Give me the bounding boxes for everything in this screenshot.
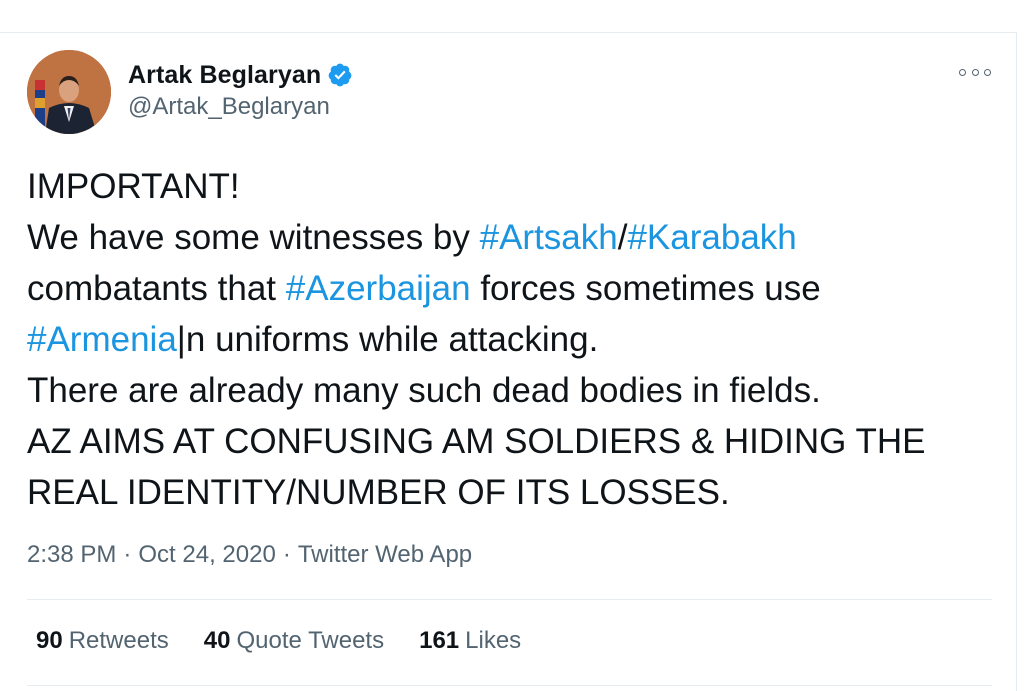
more-dot	[984, 68, 991, 76]
tweet-text-segment: forces sometimes use	[470, 269, 821, 308]
likes-count: 161	[419, 627, 460, 654]
author-display-name[interactable]: Artak Beglaryan	[128, 61, 321, 90]
author-name-row[interactable]: Artak Beglaryan	[128, 59, 353, 91]
tweet-date[interactable]: Oct 24, 2020	[138, 541, 275, 569]
likes-label: Likes	[465, 627, 522, 654]
tweet-line: combatants that #Azerbaijan forces somet…	[27, 263, 1002, 314]
tweet-text-segment: We have some witnesses by	[27, 218, 480, 257]
tweet-meta: 2:38 PM · Oct 24, 2020 · Twitter Web App	[27, 541, 472, 569]
tweet-text-segment: |n uniforms while attacking.	[176, 320, 599, 359]
tweet-card: Artak Beglaryan @Artak_Beglaryan IMPORTA…	[0, 32, 1017, 691]
tweet-body: IMPORTANT! We have some witnesses by #Art…	[27, 161, 1002, 518]
retweets-stat[interactable]: 90 Retweets	[36, 627, 169, 655]
hashtag-link[interactable]: #Armenia	[27, 320, 177, 359]
divider	[27, 599, 992, 600]
tweet-text-segment: combatants that	[27, 269, 286, 308]
tweet-line: IMPORTANT!	[27, 161, 1002, 212]
retweets-label: Retweets	[68, 627, 169, 654]
divider	[27, 685, 992, 686]
tweet-line: #Armenia|n uniforms while attacking.	[27, 314, 1002, 365]
quote-tweets-label: Quote Tweets	[236, 627, 385, 654]
tweet-line: REAL IDENTITY/NUMBER OF ITS LOSSES.	[27, 467, 1002, 518]
more-dot	[971, 68, 979, 76]
author-handle[interactable]: @Artak_Beglaryan	[128, 93, 330, 121]
quote-tweets-count: 40	[203, 627, 231, 654]
hashtag-link[interactable]: #Karabakh	[627, 218, 796, 257]
tweet-text-segment: AZ AIMS AT CONFUSING AM SOLDIERS & HIDIN…	[27, 422, 926, 461]
hashtag-link[interactable]: #Azerbaijan	[286, 269, 471, 308]
avatar-photo	[27, 50, 111, 134]
tweet-stats: 90 Retweets 40 Quote Tweets 161 Likes	[36, 627, 556, 655]
tweet-text-segment: IMPORTANT!	[27, 167, 240, 206]
tweet-text-segment: There are already many such dead bodies …	[27, 371, 821, 410]
tweet-text-segment: REAL IDENTITY/NUMBER OF ITS LOSSES.	[27, 473, 730, 512]
tweet-source[interactable]: Twitter Web App	[298, 541, 472, 569]
tweet-line: AZ AIMS AT CONFUSING AM SOLDIERS & HIDIN…	[27, 416, 1002, 467]
tweet-line: There are already many such dead bodies …	[27, 365, 1002, 416]
author-avatar[interactable]	[27, 50, 111, 134]
tweet-text-segment: /	[617, 218, 628, 257]
quote-tweets-stat[interactable]: 40 Quote Tweets	[204, 627, 384, 655]
hashtag-link[interactable]: #Artsakh	[480, 218, 618, 257]
meta-separator: ·	[123, 541, 132, 568]
tweet-line: We have some witnesses by #Artsakh/#Kara…	[27, 212, 1002, 263]
tweet-time[interactable]: 2:38 PM	[27, 541, 116, 569]
meta-separator: ·	[282, 541, 291, 568]
more-options-icon[interactable]	[957, 63, 993, 81]
more-dot	[959, 68, 966, 76]
retweets-count: 90	[36, 627, 63, 654]
verified-badge-icon	[327, 62, 353, 88]
likes-stat[interactable]: 161 Likes	[419, 627, 521, 655]
